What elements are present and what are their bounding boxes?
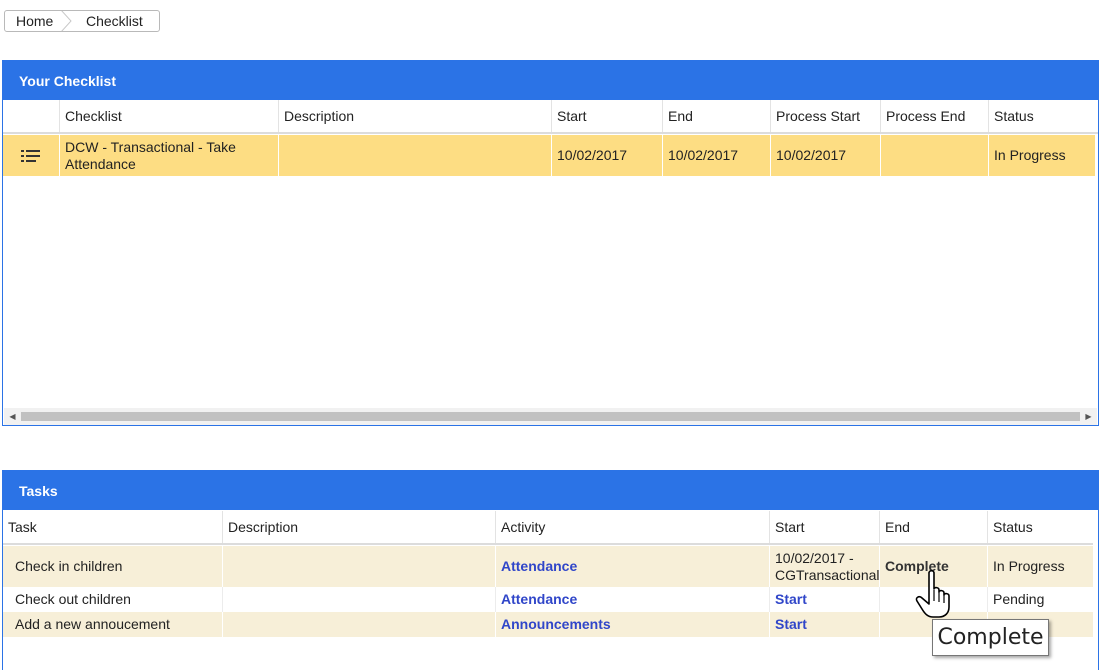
task-status-cell: In Progress [987, 546, 1093, 587]
checklist-grid: Checklist Description Start End Process … [3, 100, 1098, 410]
column-header-description[interactable]: Description [278, 100, 551, 132]
start-link[interactable]: Start [775, 591, 807, 608]
task-activity-cell: Attendance [495, 587, 769, 612]
column-header-process-start[interactable]: Process Start [770, 100, 880, 132]
column-header-start[interactable]: Start [769, 511, 879, 543]
checklist-status-cell: In Progress [988, 135, 1095, 176]
checklist-start-cell: 10/02/2017 [551, 135, 662, 176]
column-header-checklist[interactable]: Checklist [59, 100, 278, 132]
checklist-process-start-cell: 10/02/2017 [770, 135, 880, 176]
checklist-description-cell [278, 135, 551, 176]
task-name-cell: Check in children [15, 558, 123, 574]
tooltip: Complete [932, 619, 1049, 656]
scroll-left-icon[interactable]: ◀ [4, 408, 21, 425]
task-name-cell: Check out children [15, 591, 131, 607]
checklist-end-cell: 10/02/2017 [662, 135, 770, 176]
activity-link[interactable]: Attendance [501, 591, 577, 608]
checklist-horizontal-scrollbar[interactable]: ◀ ▶ [4, 408, 1097, 425]
column-header-status[interactable]: Status [987, 511, 1093, 543]
scroll-right-icon[interactable]: ▶ [1080, 408, 1097, 425]
task-description-cell [222, 546, 495, 587]
task-status-cell: Pending [987, 587, 1093, 612]
tasks-panel-header: Tasks [3, 471, 1098, 510]
column-header-process-end[interactable]: Process End [880, 100, 988, 132]
tasks-grid-header: Task Description Activity Start End Stat… [3, 511, 1093, 545]
task-start-cell: 10/02/2017 - CGTransactional [769, 546, 879, 587]
column-header-description[interactable]: Description [222, 511, 495, 543]
checklist-row-icon-cell[interactable] [3, 135, 59, 176]
task-name-cell: Add a new annoucement [15, 616, 170, 632]
activity-link[interactable]: Attendance [501, 558, 577, 575]
scrollbar-thumb[interactable] [21, 412, 1080, 421]
tasks-panel-title: Tasks [19, 482, 58, 499]
column-header-activity[interactable]: Activity [495, 511, 769, 543]
breadcrumb-home[interactable]: Home [5, 11, 61, 31]
breadcrumb-home-label: Home [16, 13, 54, 29]
checklist-name-cell: DCW - Transactional - Take Attendance [59, 135, 278, 176]
checklist-panel-header: Your Checklist [3, 61, 1098, 100]
breadcrumb-checklist-label: Checklist [86, 13, 143, 29]
activity-link[interactable]: Announcements [501, 616, 611, 633]
column-header-end[interactable]: End [879, 511, 987, 543]
start-link[interactable]: Start [775, 616, 807, 633]
column-header-end[interactable]: End [662, 100, 770, 132]
column-header-status[interactable]: Status [988, 100, 1098, 132]
task-description-cell [222, 612, 495, 637]
column-header-task[interactable]: Task [3, 511, 222, 543]
breadcrumb-checklist[interactable]: Checklist [61, 11, 143, 31]
task-activity-cell: Attendance [495, 546, 769, 587]
breadcrumb: Home Checklist [4, 10, 160, 32]
checklist-grid-header: Checklist Description Start End Process … [3, 100, 1098, 134]
column-header-start[interactable]: Start [551, 100, 662, 132]
hand-cursor-icon [915, 569, 950, 618]
breadcrumb-separator-icon [61, 11, 72, 31]
task-activity-cell: Announcements [495, 612, 769, 637]
checklist-panel-title: Your Checklist [19, 72, 116, 89]
checklist-process-end-cell [880, 135, 988, 176]
task-start-cell: Start [769, 612, 879, 637]
checklist-row[interactable]: DCW - Transactional - Take Attendance 10… [3, 135, 1095, 176]
checklist-panel: Your Checklist Checklist Description Sta… [2, 60, 1099, 426]
task-description-cell [222, 587, 495, 612]
list-icon [21, 149, 40, 162]
task-start-cell: Start [769, 587, 879, 612]
tooltip-text: Complete [937, 625, 1044, 650]
column-header-icon[interactable] [3, 100, 59, 132]
